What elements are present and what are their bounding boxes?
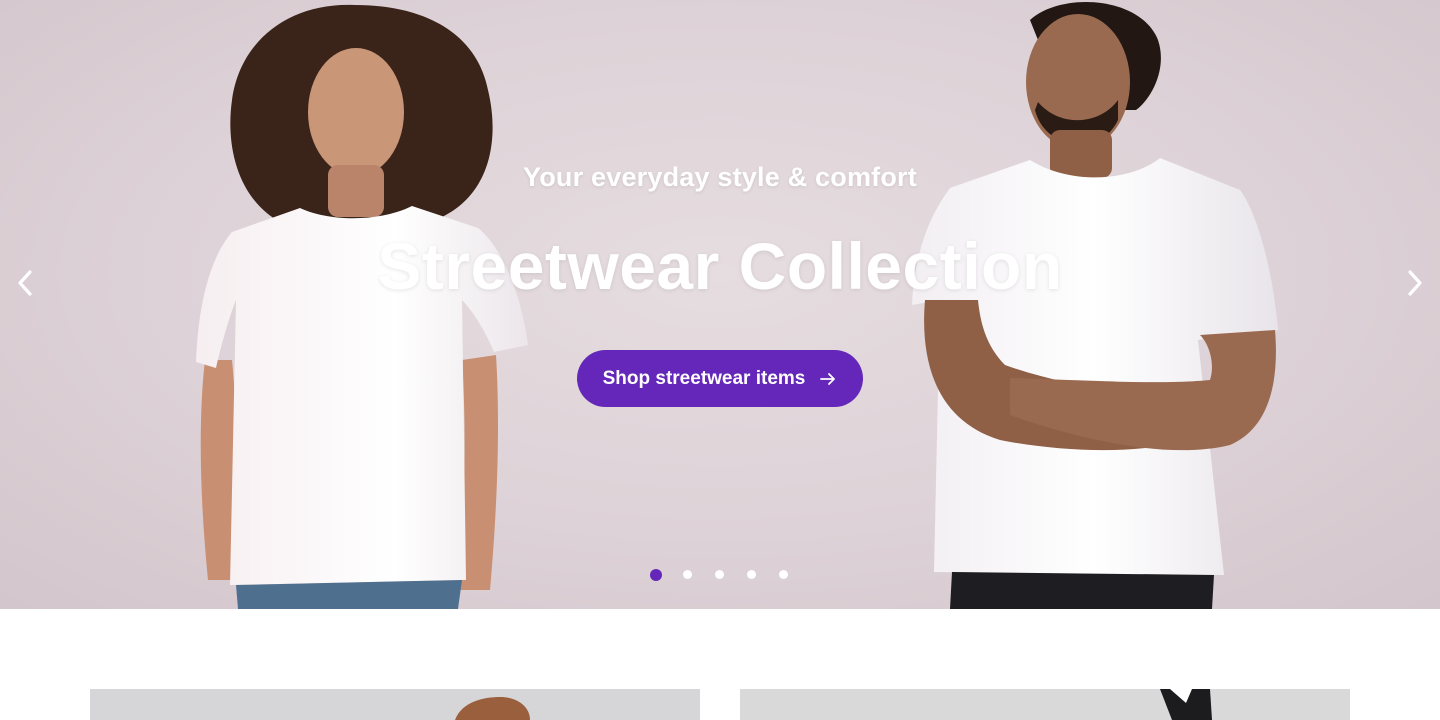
category-card-right[interactable]: [740, 689, 1350, 720]
slider-pagination: [649, 568, 790, 581]
category-cards: [0, 689, 1440, 720]
cta-label: Shop streetwear items: [602, 367, 806, 389]
slider-prev-button[interactable]: [8, 268, 42, 302]
chevron-left-icon: [14, 268, 36, 303]
slider-dot-1[interactable]: [649, 568, 662, 581]
hero-title: Streetwear Collection: [377, 229, 1063, 303]
category-card-left[interactable]: [90, 689, 700, 720]
hero-content: Your everyday style & comfort Streetwear…: [0, 0, 1440, 609]
category-card-left-image: [90, 689, 700, 720]
category-card-right-image: [740, 689, 1350, 720]
chevron-right-icon: [1404, 268, 1426, 303]
slider-next-button[interactable]: [1398, 268, 1432, 302]
slider-dot-5[interactable]: [777, 568, 790, 581]
hero-slider: Your everyday style & comfort Streetwear…: [0, 0, 1440, 609]
slider-dot-2[interactable]: [681, 568, 694, 581]
arrow-right-icon: [819, 370, 837, 388]
shop-streetwear-button[interactable]: Shop streetwear items: [577, 350, 863, 407]
hero-subtitle: Your everyday style & comfort: [523, 162, 917, 192]
slider-dot-4[interactable]: [745, 568, 758, 581]
slider-dot-3[interactable]: [713, 568, 726, 581]
